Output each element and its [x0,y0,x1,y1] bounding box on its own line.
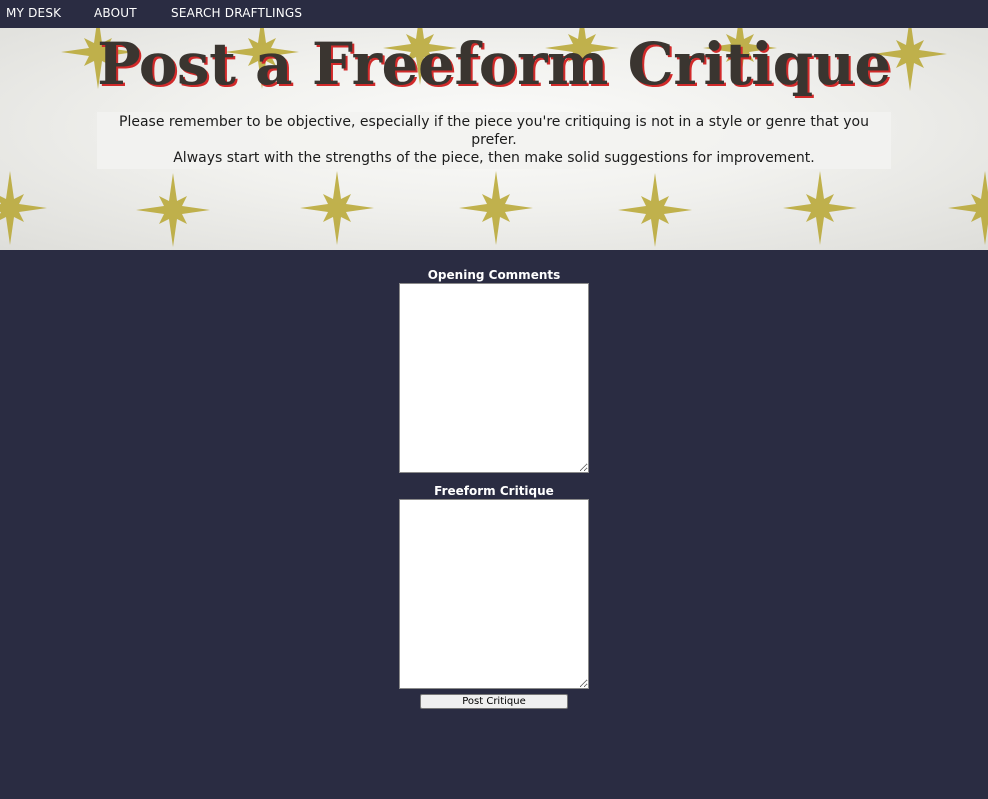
star-icon [948,171,988,245]
freeform-critique-textarea[interactable] [399,499,589,689]
star-icon [618,173,692,247]
guidelines-line-2: Always start with the strengths of the p… [173,150,815,166]
star-icon [459,171,533,245]
star-icon [300,171,374,245]
star-icon [136,173,210,247]
guidelines-line-1: Please remember to be objective, especia… [119,114,869,148]
freeform-critique-label: Freeform Critique [434,484,554,498]
nav-my-desk-link[interactable]: MY DESK [6,6,61,20]
opening-comments-textarea[interactable] [399,283,589,473]
star-icon [0,171,47,245]
nav-search-draftlings-link[interactable]: SEARCH DRAFTLINGS [171,6,302,20]
top-nav: MY DESK ABOUT SEARCH DRAFTLINGS [0,0,988,28]
star-icon [783,171,857,245]
opening-comments-label: Opening Comments [427,268,561,282]
page-banner: Post a Freeform Critique Please remember… [0,28,988,250]
critique-guidelines-note: Please remember to be objective, especia… [97,112,891,169]
critique-form: Opening Comments Freeform Critique Post … [0,250,988,799]
post-critique-button[interactable]: Post Critique [420,694,568,709]
nav-about-link[interactable]: ABOUT [94,6,137,20]
page-title: Post a Freeform Critique [97,30,891,98]
